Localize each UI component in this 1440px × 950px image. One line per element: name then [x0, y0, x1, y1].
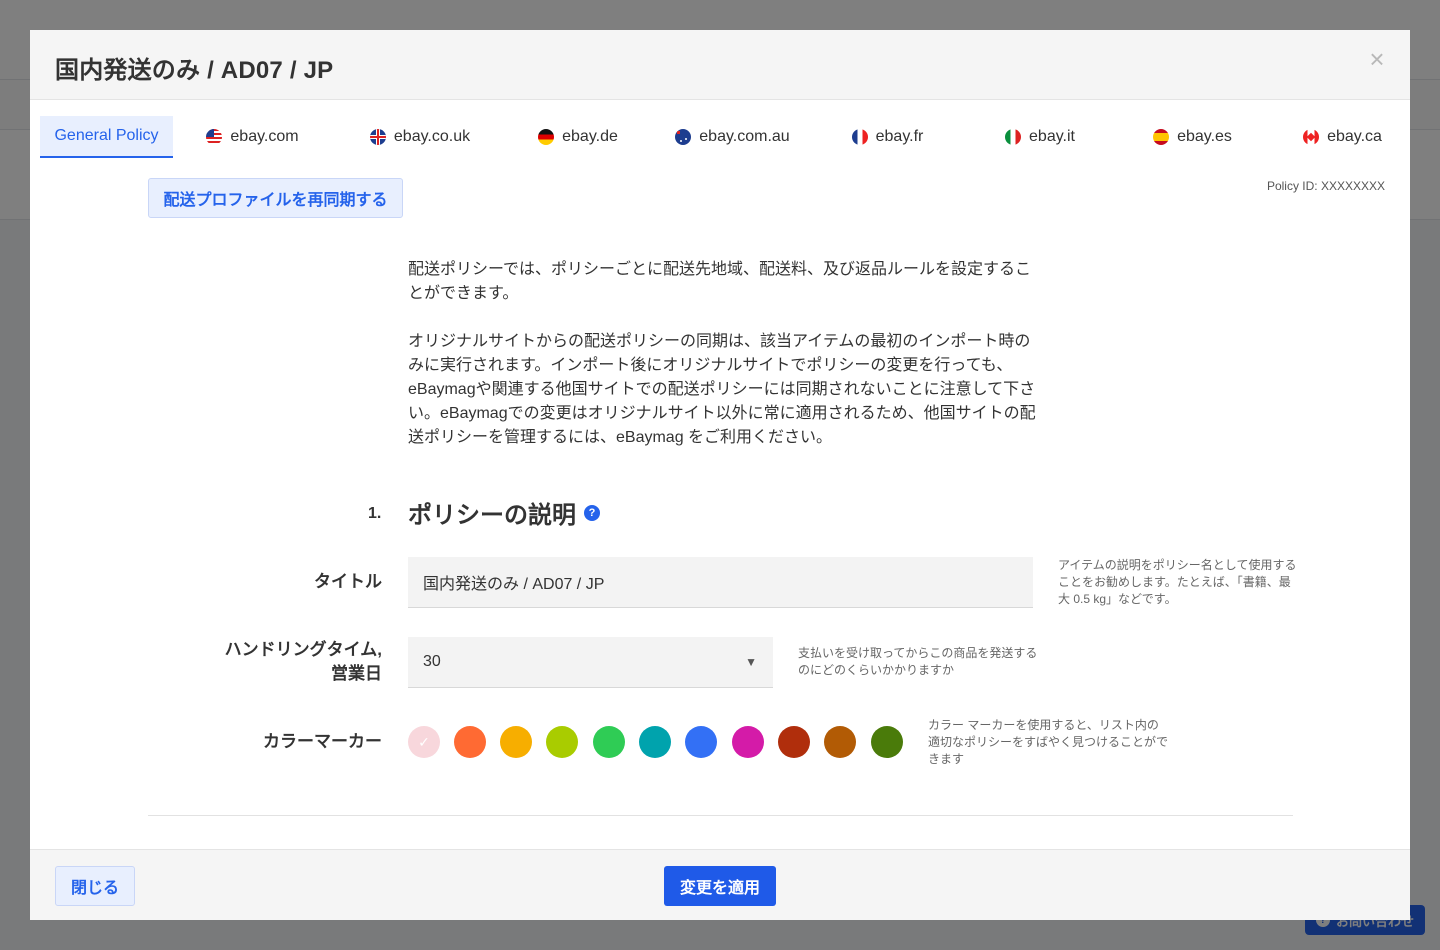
us-flag-icon — [206, 129, 223, 145]
color-swatch[interactable] — [454, 726, 486, 758]
close-icon[interactable]: × — [1366, 46, 1388, 72]
section-heading: ポリシーの説明 ? — [408, 495, 600, 530]
color-swatch[interactable] — [732, 726, 764, 758]
modal-header: 国内発送のみ / AD07 / JP × — [30, 30, 1410, 100]
color-swatch[interactable] — [639, 726, 671, 758]
de-flag-icon — [538, 129, 555, 145]
tab-label: ebay.com.au — [699, 128, 790, 145]
color-swatch[interactable] — [593, 726, 625, 758]
color-swatch-selected[interactable]: ✓ — [408, 726, 440, 758]
resync-profile-button[interactable]: 配送プロファイルを再同期する — [148, 178, 403, 218]
divider — [148, 815, 1293, 816]
tab-ebay-com[interactable]: ebay.com — [195, 116, 310, 158]
modal-title: 国内発送のみ / AD07 / JP — [55, 57, 334, 84]
color-swatch[interactable] — [871, 726, 903, 758]
au-flag-icon — [675, 129, 692, 145]
title-hint: アイテムの説明をポリシー名として使用することをお勧めします。たとえば、「書籍、最… — [1058, 558, 1297, 606]
tab-label: ebay.es — [1177, 128, 1232, 145]
it-flag-icon — [1005, 129, 1022, 145]
tab-label: ebay.com — [230, 128, 299, 145]
handling-time-hint: 支払いを受け取ってからこの商品を発送するのにどのくらいかかりますか — [798, 646, 1038, 677]
caret-down-icon: ▼ — [745, 655, 757, 669]
tab-label: ebay.ca — [1327, 128, 1382, 145]
tab-ebay-de[interactable]: ebay.de — [518, 116, 638, 158]
intro-paragraph: 配送ポリシーでは、ポリシーごとに配送先地域、配送料、及び返品ルールを設定すること… — [408, 261, 1032, 302]
tab-label: ebay.co.uk — [393, 128, 471, 145]
tab-ebay-ca[interactable]: ebay.ca — [1285, 116, 1400, 158]
intro-paragraph: オリジナルサイトからの配送ポリシーの同期は、該当アイテムの最初のインポート時のみ… — [408, 333, 1036, 446]
fr-flag-icon — [851, 129, 868, 145]
title-label: タイトル — [314, 572, 382, 591]
handling-time-select[interactable]: 30 ▼ — [408, 637, 773, 688]
color-swatch[interactable] — [500, 726, 532, 758]
tab-label: ebay.it — [1029, 128, 1075, 145]
color-swatch[interactable] — [685, 726, 717, 758]
handling-time-label-line: ハンドリングタイム, — [224, 640, 382, 659]
tab-ebay-co-uk[interactable]: ebay.co.uk — [350, 116, 490, 158]
title-input[interactable] — [408, 557, 1033, 608]
color-swatch[interactable] — [824, 726, 856, 758]
tab-ebay-es[interactable]: ebay.es — [1135, 116, 1250, 158]
tab-label: General Policy — [54, 127, 159, 144]
color-swatch[interactable] — [778, 726, 810, 758]
tab-ebay-fr[interactable]: ebay.fr — [830, 116, 945, 158]
site-tabs: General Policy ebay.com ebay.co.uk ebay.… — [40, 116, 1400, 158]
color-marker-hint: カラー マーカーを使用すると、リスト内の適切なポリシーをすばやく見つけることがで… — [928, 718, 1169, 766]
tab-ebay-com-au[interactable]: ebay.com.au — [660, 116, 805, 158]
section-title: ポリシーの説明 — [408, 502, 576, 529]
uk-flag-icon — [369, 129, 386, 145]
tab-label: ebay.de — [562, 128, 618, 145]
handling-time-value: 30 — [423, 653, 441, 670]
es-flag-icon — [1153, 129, 1170, 145]
handling-time-label: ハンドリングタイム, 営業日 — [180, 638, 382, 686]
section-number: 1. — [368, 505, 382, 522]
tab-ebay-it[interactable]: ebay.it — [985, 116, 1095, 158]
policy-id: Policy ID: XXXXXXXX — [1266, 179, 1385, 193]
intro-text: 配送ポリシーでは、ポリシーごとに配送先地域、配送料、及び返品ルールを設定すること… — [408, 258, 1038, 450]
modal-footer: 閉じる 変更を適用 — [30, 849, 1410, 920]
apply-changes-button[interactable]: 変更を適用 — [664, 866, 776, 906]
handling-time-label-line: 営業日 — [331, 664, 382, 683]
help-icon[interactable]: ? — [584, 504, 600, 521]
close-button[interactable]: 閉じる — [55, 866, 135, 906]
color-marker-label: カラーマーカー — [263, 732, 382, 751]
color-swatch[interactable] — [546, 726, 578, 758]
tab-general-policy[interactable]: General Policy — [40, 116, 173, 158]
policy-modal: 国内発送のみ / AD07 / JP × General Policy ebay… — [30, 30, 1410, 920]
tab-label: ebay.fr — [875, 128, 924, 145]
ca-flag-icon — [1303, 129, 1320, 145]
